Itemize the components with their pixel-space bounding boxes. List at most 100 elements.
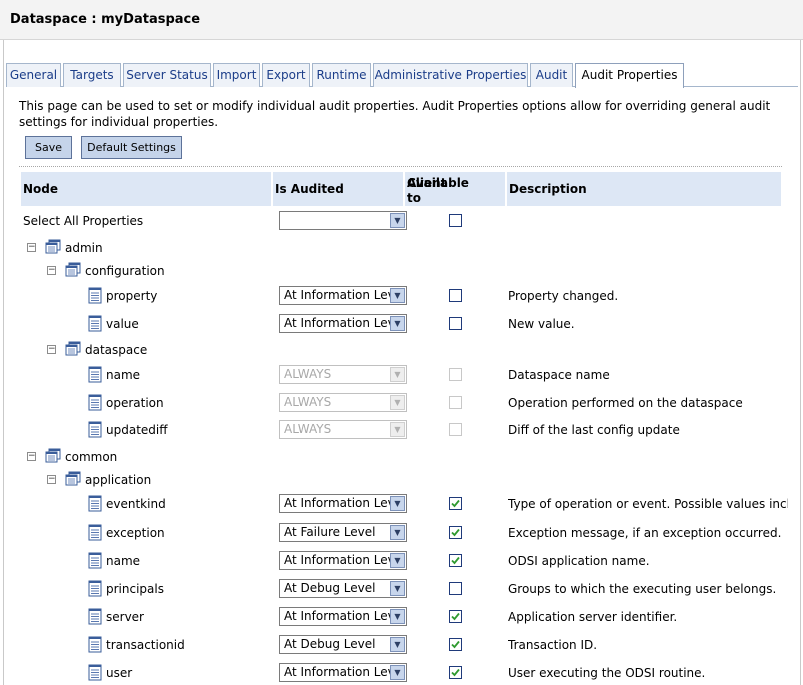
select-value: At Debug Level <box>284 637 376 651</box>
select-all-label: Select All Properties <box>23 214 144 228</box>
dropdown-arrow-icon[interactable]: ▼ <box>390 609 405 624</box>
property-name: exception <box>106 526 165 540</box>
divider <box>19 166 782 167</box>
checkmark-icon <box>451 640 460 649</box>
audit-level-select[interactable]: At Debug Level ▼ <box>279 579 407 598</box>
dropdown-arrow-icon[interactable]: ▼ <box>390 316 405 331</box>
property-name: transactionid <box>106 638 185 652</box>
property-description: Operation performed on the dataspace <box>508 396 743 410</box>
available-to-client-checkbox[interactable] <box>449 582 462 595</box>
folder-node-icon <box>44 448 62 464</box>
property-document-icon <box>88 580 102 597</box>
audit-level-select[interactable]: At Failure Level ▼ <box>279 523 407 542</box>
collapse-minus-icon[interactable]: − <box>47 345 56 354</box>
collapse-minus-icon[interactable]: − <box>47 475 56 484</box>
tab-general[interactable]: General <box>6 63 61 87</box>
save-button[interactable]: Save <box>25 136 72 159</box>
property-document-icon <box>88 421 102 438</box>
column-header-node: Node <box>21 172 271 206</box>
audit-level-select[interactable]: At Information Level ▼ <box>279 314 407 333</box>
tree-node-common: − common <box>0 445 803 469</box>
available-to-client-checkbox <box>449 396 462 409</box>
tab-audit[interactable]: Audit <box>530 63 573 87</box>
available-to-client-checkbox[interactable] <box>449 666 462 679</box>
available-to-client-checkbox[interactable] <box>449 289 462 302</box>
dropdown-arrow-icon[interactable]: ▼ <box>390 525 405 540</box>
audit-level-select[interactable]: At Information Level ▼ <box>279 663 407 682</box>
collapse-minus-icon[interactable]: − <box>27 243 36 252</box>
available-to-client-checkbox[interactable] <box>449 638 462 651</box>
audit-level-select[interactable]: At Debug Level ▼ <box>279 635 407 654</box>
column-header-available-to-client: Available to Client <box>405 172 505 206</box>
property-document-icon <box>88 524 102 541</box>
tree-node-label: admin <box>65 241 103 255</box>
page-header: Dataspace : myDataspace <box>0 0 803 40</box>
default-settings-button[interactable]: Default Settings <box>81 136 182 159</box>
tree-node-configuration: − configuration <box>0 259 803 283</box>
select-value: ALWAYS <box>284 367 332 381</box>
property-description: Groups to which the executing user belon… <box>508 582 777 596</box>
property-name: property <box>106 289 158 303</box>
available-to-client-checkbox[interactable] <box>449 497 462 510</box>
tree-node-application: − application <box>0 468 803 492</box>
tab-administrative-properties[interactable]: Administrative Properties <box>373 63 528 87</box>
tab-export[interactable]: Export <box>262 63 310 87</box>
audit-level-select[interactable]: At Information Level ▼ <box>279 494 407 513</box>
tab-targets[interactable]: Targets <box>63 63 121 87</box>
tab-server-status[interactable]: Server Status <box>123 63 211 87</box>
property-document-icon <box>88 287 102 304</box>
audit-level-select[interactable]: At Information Level ▼ <box>279 286 407 305</box>
dropdown-arrow-icon[interactable]: ▼ <box>390 288 405 303</box>
available-to-client-checkbox <box>449 423 462 436</box>
dropdown-arrow-icon[interactable]: ▼ <box>390 213 405 228</box>
property-description: New value. <box>508 317 575 331</box>
property-name: server <box>106 610 144 624</box>
property-name: user <box>106 666 133 680</box>
table-row: server At Information Level ▼ Application s… <box>0 605 803 629</box>
table-row: name ALWAYS ▼ Dataspace name <box>0 363 803 387</box>
dropdown-arrow-icon[interactable]: ▼ <box>390 637 405 652</box>
property-document-icon <box>88 664 102 681</box>
tab-audit-properties[interactable]: Audit Properties <box>575 63 684 88</box>
tree-node-label: application <box>85 473 152 487</box>
table-row: name At Information Level ▼ ODSI applicatio… <box>0 549 803 573</box>
dropdown-arrow-icon[interactable]: ▼ <box>390 496 405 511</box>
folder-node-icon <box>64 262 82 278</box>
select-value: At Information Level <box>284 496 406 510</box>
dropdown-arrow-icon[interactable]: ▼ <box>390 553 405 568</box>
audit-level-select[interactable]: At Information Level ▼ <box>279 551 407 570</box>
tab-bar: General Targets Server Status Import Export R… <box>6 63 798 88</box>
dropdown-arrow-icon[interactable]: ▼ <box>390 665 405 680</box>
tree-node-admin: − admin <box>0 236 803 260</box>
audit-level-select[interactable]: At Information Level ▼ <box>279 607 407 626</box>
property-name: name <box>106 368 141 382</box>
tab-runtime[interactable]: Runtime <box>312 63 371 87</box>
property-description: User executing the ODSI routine. <box>508 666 706 680</box>
tree-node-dataspace: − dataspace <box>0 338 803 362</box>
property-name: principals <box>106 582 164 596</box>
property-document-icon <box>88 495 102 512</box>
tab-import[interactable]: Import <box>213 63 260 87</box>
available-to-client-checkbox[interactable] <box>449 610 462 623</box>
dropdown-arrow-icon: ▼ <box>390 367 405 382</box>
collapse-minus-icon[interactable]: − <box>27 452 36 461</box>
property-document-icon <box>88 636 102 653</box>
checkmark-icon <box>451 668 460 677</box>
property-description: Property changed. <box>508 289 619 303</box>
table-row: operation ALWAYS ▼ Operation performed on t… <box>0 391 803 415</box>
select-all-row: Select All Properties ▼ <box>0 209 803 233</box>
dropdown-arrow-icon[interactable]: ▼ <box>390 581 405 596</box>
select-value: At Information Level <box>284 609 406 623</box>
table-row: user At Information Level ▼ User executing … <box>0 661 803 685</box>
available-to-client-checkbox[interactable] <box>449 317 462 330</box>
select-all-client-checkbox[interactable] <box>449 214 462 227</box>
select-all-audit-select[interactable]: ▼ <box>279 211 407 230</box>
property-name: operation <box>106 396 164 410</box>
available-to-client-checkbox[interactable] <box>449 554 462 567</box>
table-row: value At Information Level ▼ New value. <box>0 312 803 336</box>
collapse-minus-icon[interactable]: − <box>47 266 56 275</box>
property-document-icon <box>88 394 102 411</box>
select-value: At Information Level <box>284 553 406 567</box>
table-row: property At Information Level ▼ Property ch… <box>0 284 803 308</box>
available-to-client-checkbox[interactable] <box>449 526 462 539</box>
